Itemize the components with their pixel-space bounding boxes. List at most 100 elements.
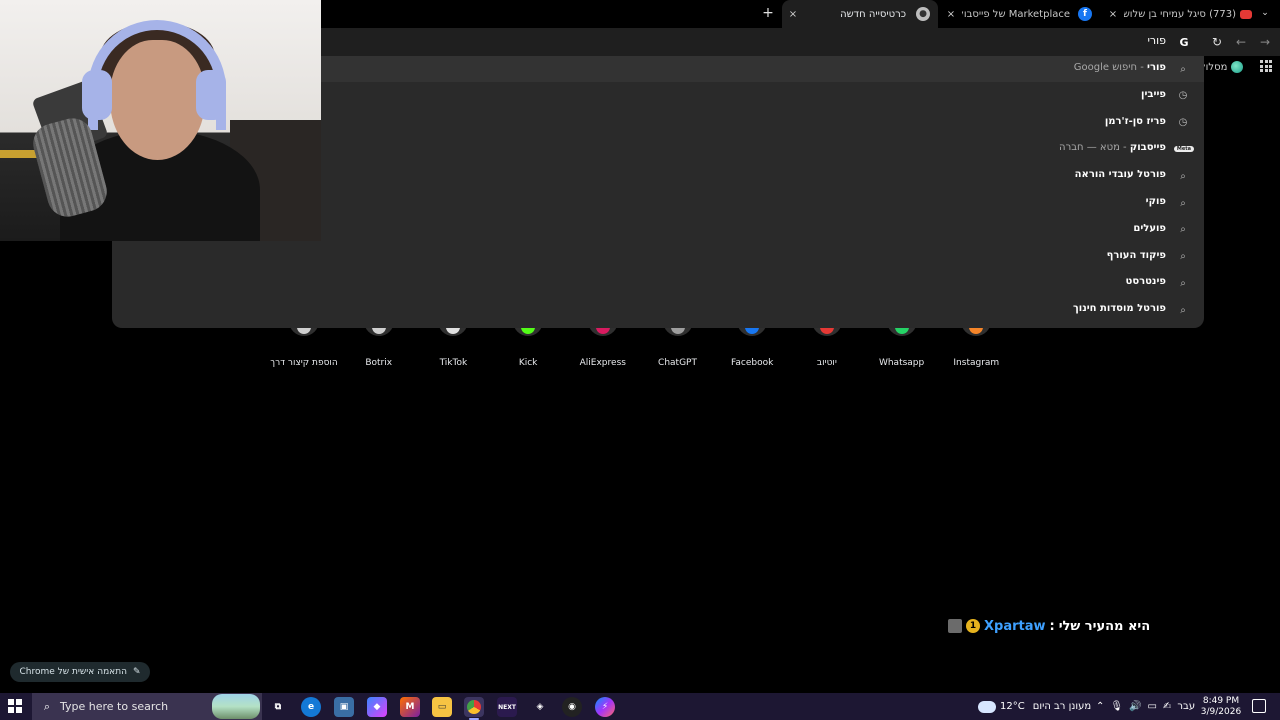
next-icon[interactable]: NEXT (497, 697, 517, 717)
language-indicator[interactable]: עבר (1177, 701, 1195, 712)
search-icon: ⌕ (1180, 170, 1186, 182)
copilot-icon[interactable]: ◆ (367, 697, 387, 717)
search-icon: ⌕ (1180, 224, 1186, 236)
messenger-icon[interactable]: ⚡ (595, 697, 615, 717)
suggestion-main: פועלים (1133, 222, 1166, 234)
suggestion-text: פוקי (1146, 196, 1166, 207)
shortcut-label: ChatGPT (658, 358, 697, 368)
chat-message-text: היא מהעיר שלי (1058, 618, 1151, 634)
apps-grid-icon[interactable] (1260, 60, 1272, 72)
suggestion-main: פוקי (1145, 196, 1166, 207)
suggestion-row[interactable]: ⌕ פורטל מוסדות חינוך (112, 297, 1204, 323)
tab-youtube[interactable]: × (773) סיגל עמיחי בן שלוש לראשונה מדברת (1106, 0, 1256, 28)
bookmark-paths[interactable]: מסלול (1200, 60, 1244, 74)
office-icon[interactable]: M (400, 697, 420, 717)
shortcut-label: Kick (518, 358, 538, 368)
weather-widget[interactable]: 12°C מעונן רב היום (978, 693, 1091, 720)
shortcut-label: AliExpress (579, 358, 626, 368)
suggestion-text: פורטל עובדי הוראה (1075, 169, 1166, 180)
chevron-down-icon: ⌄ (1261, 8, 1269, 18)
weather-text: מעונן רב היום (1032, 701, 1092, 712)
suggestion-text: פינטרסט (1126, 276, 1166, 287)
search-icon: ⌕ (1180, 63, 1186, 75)
search-highlight-image (212, 694, 260, 719)
tab-title: (773) סיגל עמיחי בן שלוש לראשונה מדברת (1124, 8, 1236, 20)
clock-time: 8:49 PM (1202, 696, 1240, 706)
subscriber-badge-icon (948, 619, 962, 633)
suggestion-text: פייבין (1141, 89, 1166, 100)
edge-icon[interactable]: e (301, 697, 321, 717)
tab-title: Marketplace של פייסבוק (20+) (962, 8, 1070, 20)
history-icon: ◷ (1178, 117, 1188, 129)
network-icon[interactable]: ▭ (1148, 701, 1157, 712)
windows-taskbar: ⌕ Type here to search ⧉ e ▣ ◆ M ▭ NEXT ◈… (0, 693, 1280, 720)
bookmark-label: מסלול (1200, 61, 1228, 73)
suggestion-main: פורי (1147, 62, 1166, 73)
chrome-icon[interactable] (464, 697, 484, 720)
weather-cloud-icon (978, 700, 996, 713)
new-tab-button[interactable]: + (760, 5, 776, 21)
screen: ⌄ × (773) סיגל עמיחי בן שלוש לראשונה מדב… (0, 0, 1280, 720)
chat-username: Xpartaw (984, 618, 1046, 634)
close-icon[interactable]: × (944, 7, 958, 21)
notification-icon[interactable] (1252, 699, 1266, 713)
search-placeholder: Type here to search (60, 700, 169, 713)
suggestion-text: פריז סן-ז'רמן (1105, 116, 1166, 127)
suggestion-main: פורטל עובדי הוראה (1074, 169, 1166, 181)
suggestion-main: פינטרסט (1125, 276, 1166, 288)
history-icon: ◷ (1178, 90, 1188, 102)
volume-icon[interactable]: 🔊 (1129, 701, 1141, 712)
suggestion-text: פייסבוק - מטא — חברה (1059, 142, 1166, 153)
windows-start-icon[interactable] (8, 699, 22, 713)
tab-facebook-marketplace[interactable]: × Marketplace של פייסבוק (20+) f (944, 0, 1094, 28)
tray-chevron-icon[interactable]: ⌃ (1096, 701, 1104, 712)
suggestion-main: פייבין (1141, 88, 1166, 100)
gift-badge-icon: 1 (966, 619, 980, 633)
close-icon[interactable]: × (1106, 7, 1120, 21)
file-explorer-icon[interactable]: ▭ (432, 697, 452, 717)
shortcut-label: TikTok (439, 358, 468, 368)
customize-chrome-button[interactable]: ✎ התאמה אישית של Chrome (10, 662, 150, 682)
suggestion-sub: - חיפוש Google (1073, 62, 1148, 73)
stream-chat-message: 1 Xpartaw : היא מהעיר שלי (948, 617, 1150, 635)
globe-icon (1231, 61, 1244, 73)
suggestion-row[interactable]: ⌕ פינטרסט (112, 270, 1204, 296)
suggestion-main: פיקוד העורף (1106, 249, 1166, 261)
pen-icon[interactable]: ✍ (1163, 701, 1171, 712)
clock[interactable]: 8:49 PM 3/9/2026 (1196, 696, 1246, 718)
suggestion-text: פיקוד העורף (1107, 250, 1166, 261)
search-icon: ⌕ (1180, 304, 1186, 316)
clock-date: 3/9/2026 (1200, 707, 1242, 717)
suggestion-text: פורטל מוסדות חינוך (1073, 303, 1166, 314)
tab-title: כרטיסייה חדשה (840, 8, 906, 20)
chat-separator: : (1049, 618, 1055, 634)
shortcut-label: Facebook (731, 358, 774, 368)
pencil-icon: ✎ (133, 667, 141, 677)
suggestion-text: פועלים (1133, 223, 1166, 234)
google-icon: G (1179, 35, 1189, 49)
taskbar-search[interactable]: ⌕ Type here to search (32, 693, 262, 720)
suggestion-row[interactable]: ⌕ פיקוד העורף (112, 244, 1204, 270)
forward-arrow-icon[interactable]: ← (1233, 34, 1249, 50)
weather-temp: 12°C (1000, 701, 1025, 712)
search-icon: ⌕ (1180, 277, 1186, 289)
tab-search-button[interactable]: ⌄ (1258, 6, 1272, 20)
close-icon[interactable]: × (786, 7, 800, 21)
task-view-icon[interactable]: ⧉ (268, 697, 288, 717)
system-tray: ⌃ 🎙 🔊 ▭ ✍ עבר (1096, 693, 1195, 720)
youtube-icon (1240, 9, 1252, 19)
chrome-icon: ● (916, 7, 930, 21)
shortcut-label: Whatsapp (878, 358, 925, 368)
search-icon: ⌕ (1180, 197, 1186, 209)
vpn-icon[interactable]: ◈ (530, 697, 550, 717)
omnibox-input[interactable]: פורי (1100, 34, 1166, 50)
search-icon: ⌕ (43, 699, 51, 713)
shortcut-label: יוטיוב (816, 358, 837, 368)
suggestion-text: פורי - חיפוש Google (1074, 62, 1166, 73)
back-arrow-icon[interactable]: → (1257, 34, 1273, 50)
store-icon[interactable]: ▣ (334, 697, 354, 717)
reload-icon[interactable]: ↻ (1209, 34, 1225, 50)
microphone-icon[interactable]: 🎙 (1110, 701, 1123, 712)
tab-new-tab[interactable]: × כרטיסייה חדשה ● (782, 0, 938, 28)
obs-icon[interactable]: ◉ (562, 697, 582, 717)
